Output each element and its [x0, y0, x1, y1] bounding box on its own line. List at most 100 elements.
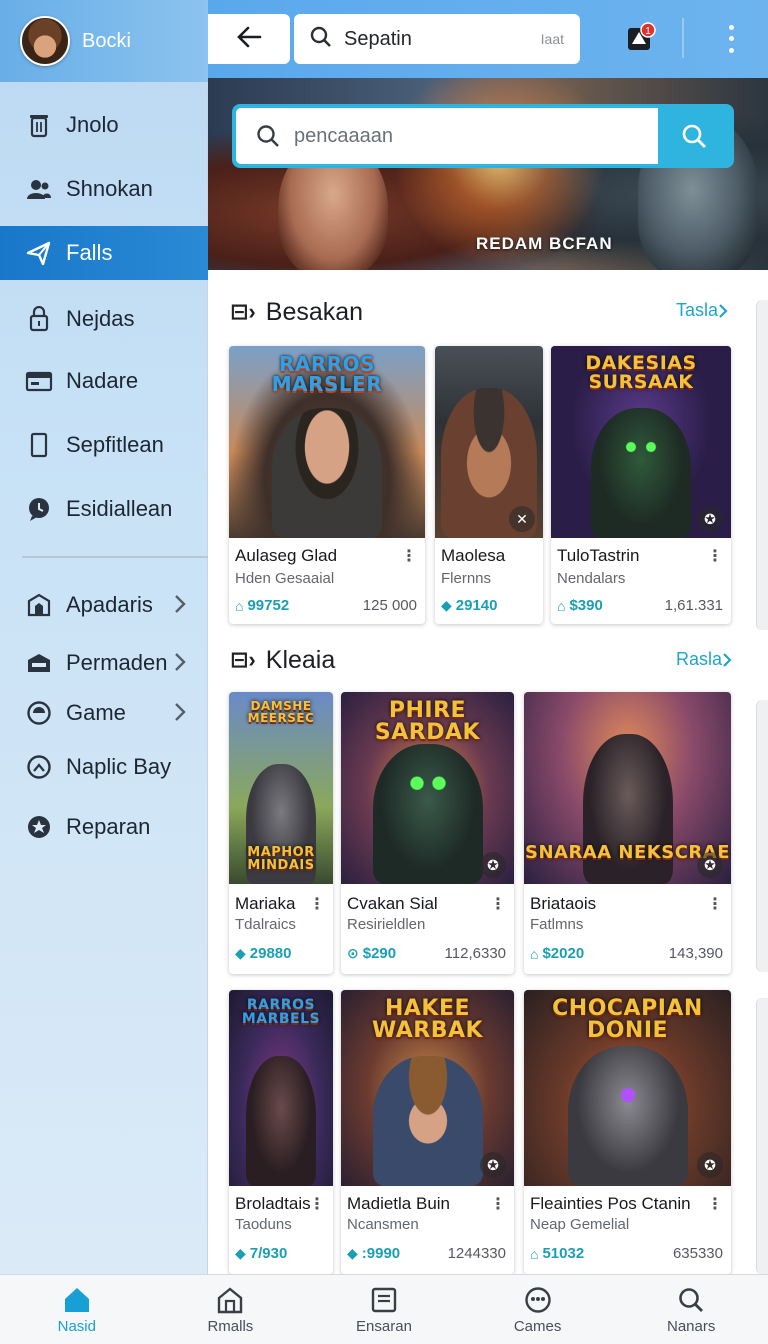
sidebar-group-reparan[interactable]: Reparan [0, 800, 208, 854]
card-menu-button[interactable]: ⋮ [707, 1194, 723, 1214]
game-card[interactable]: DAKESIAS SURSAAK ✪ TuloTastrin ⋮ Nendala… [551, 346, 731, 624]
scrollbar[interactable] [756, 998, 768, 1274]
sidebar-item-falls[interactable]: Falls [0, 226, 208, 280]
card-menu-button[interactable]: ⋮ [707, 894, 723, 914]
card-count: 143,390 [668, 945, 723, 962]
scrollbar[interactable] [756, 700, 768, 972]
alert-button[interactable]: 1 [626, 22, 656, 52]
tag-icon: ⌂ [235, 597, 244, 614]
card-price: ⌂ $2020 [530, 945, 585, 962]
chevron-right-icon [174, 652, 186, 678]
sidebar-group-permaden[interactable]: Permaden [0, 636, 208, 690]
card-price: ⊙ $290 [347, 945, 397, 962]
sidebar-item-label: Sepfitlean [66, 432, 164, 457]
bottom-nav-label: Rmalls [207, 1318, 254, 1335]
sidebar-group-game[interactable]: Game [0, 686, 208, 740]
game-card[interactable]: ✕ Maolesa Flernns ◆ 29140 [435, 346, 543, 624]
sidebar-item-nejdas[interactable]: Nejdas [0, 292, 208, 346]
card-character [567, 1046, 688, 1186]
sidebar-item-nadare[interactable]: Nadare [0, 354, 208, 408]
clock-icon [24, 752, 54, 782]
badge-icon [24, 812, 54, 842]
top-search-bar[interactable]: Sepatin Iaat [294, 14, 580, 64]
card-menu-button[interactable]: ⋮ [309, 1194, 325, 1214]
card-art: PHIRE SARDAK ✪ [341, 692, 514, 884]
bottom-nav-rmalls[interactable]: Rmalls [154, 1275, 308, 1344]
users-icon [24, 174, 54, 204]
card-subtitle: Taoduns [235, 1216, 292, 1233]
search-icon [310, 26, 332, 53]
card-art: DAKESIAS SURSAAK ✪ [551, 346, 731, 538]
card-menu-button[interactable]: ⋮ [490, 1194, 506, 1214]
hero-search-button[interactable] [658, 108, 730, 164]
bottom-nav-nasid[interactable]: Nasid [0, 1275, 154, 1344]
profile-header[interactable]: Bocki [0, 0, 208, 82]
gamepad-icon [522, 1284, 554, 1316]
sidebar-item-jnolo[interactable]: Jnolo [0, 98, 208, 152]
card-art: DAMSHE MEERSEC MAPHOR MINDAIS [229, 692, 333, 884]
card-subtitle: Tdalraics [235, 916, 296, 933]
store-icon [24, 648, 54, 678]
game-card[interactable]: DAMSHE MEERSEC MAPHOR MINDAIS Mariaka ⋮ … [229, 692, 333, 974]
home-icon [61, 1284, 93, 1316]
card-character [372, 744, 483, 884]
card-character [372, 1056, 483, 1186]
trash-can-icon [24, 110, 54, 140]
hero-banner[interactable]: pencaaaan REDAM BCFAN [208, 78, 768, 270]
dot-icon [728, 25, 734, 31]
hero-search-box[interactable]: pencaaaan [232, 104, 734, 168]
bottom-nav-ensaran[interactable]: Ensaran [307, 1275, 461, 1344]
card-price: ◆ 7/930 [235, 1245, 288, 1262]
bottom-nav-label: Nasid [57, 1318, 96, 1335]
card-menu-button[interactable]: ⋮ [309, 894, 325, 914]
badge-icon: ✪ [697, 1152, 723, 1178]
sidebar-item-label: Permaden [66, 650, 168, 675]
tag-icon: ⌂ [530, 1245, 539, 1262]
hero-search-input[interactable]: pencaaaan [236, 108, 658, 164]
search-icon [682, 124, 706, 148]
avatar[interactable] [20, 16, 70, 66]
sidebar-group-apadaris[interactable]: Apadaris [0, 578, 208, 632]
game-card[interactable]: RARROS MARSLER Aulaseg Glad ⋮ Hden Gesaa… [229, 346, 425, 624]
profile-name: Bocki [82, 29, 131, 52]
section-title: Kleaia [265, 645, 336, 674]
card-price: ◆ 29880 [235, 945, 292, 962]
bottom-nav-nanars[interactable]: Nanars [614, 1275, 768, 1344]
card-art-title: DAKESIAS SURSAAK [585, 352, 697, 393]
sidebar-group-naplic-bay[interactable]: Naplic Bay [0, 740, 208, 794]
card-menu-button[interactable]: ⋮ [401, 546, 417, 566]
section-mark: ⊟› [230, 299, 256, 324]
sidebar: Bocki Jnolo Shnokan Falls Nejdas Nadare [0, 0, 208, 1274]
sidebar-item-label: Falls [66, 240, 113, 265]
card-character [591, 408, 691, 538]
game-card[interactable]: SNARAA NEKSCRAE ✪ Briataois ⋮ Fatlmns ⌂ $… [524, 692, 731, 974]
game-card[interactable]: RARROS MARBELS Broladtais ⋮ Taoduns ◆ 7/9… [229, 990, 333, 1274]
back-button[interactable] [208, 14, 290, 64]
section-header-besakan: ⊟› Besakan [230, 292, 363, 332]
card-subtitle: Ncansmen [347, 1216, 419, 1233]
see-all-link[interactable]: Tasla [676, 300, 728, 321]
bottom-nav: Nasid Rmalls Ensaran Cames Nanars [0, 1274, 768, 1344]
game-card[interactable]: HAKEE WARBAK ✪ Madietla Buin ⋮ Ncansmen … [341, 990, 514, 1274]
see-all-label: Tasla [676, 300, 719, 320]
card-art-title: PHIRE SARDAK [374, 698, 481, 745]
chevron-right-icon [723, 652, 732, 667]
see-all-link[interactable]: Rasla [676, 649, 732, 670]
scrollbar[interactable] [756, 300, 768, 630]
sidebar-item-esidiallean[interactable]: Esidiallean [0, 482, 208, 536]
card-count: 1,61.331 [664, 597, 723, 614]
card-title: Maolesa [441, 546, 506, 565]
card-title: Broladtais [235, 1194, 311, 1213]
section-mark: ⊟› [230, 647, 256, 672]
card-price: ⌂ 51032 [530, 1245, 585, 1262]
card-menu-button[interactable]: ⋮ [707, 546, 723, 566]
bottom-nav-cames[interactable]: Cames [461, 1275, 615, 1344]
game-card[interactable]: PHIRE SARDAK ✪ Cvakan Sial ⋮ Resirieldle… [341, 692, 514, 974]
card-art: CHOCAPIAN DONIE ✪ [524, 990, 731, 1186]
sidebar-item-shnokan[interactable]: Shnokan [0, 162, 208, 216]
more-options-button[interactable] [716, 22, 746, 56]
bottom-nav-label: Ensaran [356, 1318, 412, 1335]
game-card[interactable]: CHOCAPIAN DONIE ✪ Fleainties Pos Ctanin … [524, 990, 731, 1274]
card-menu-button[interactable]: ⋮ [490, 894, 506, 914]
sidebar-item-sepfitlean[interactable]: Sepfitlean [0, 418, 208, 472]
